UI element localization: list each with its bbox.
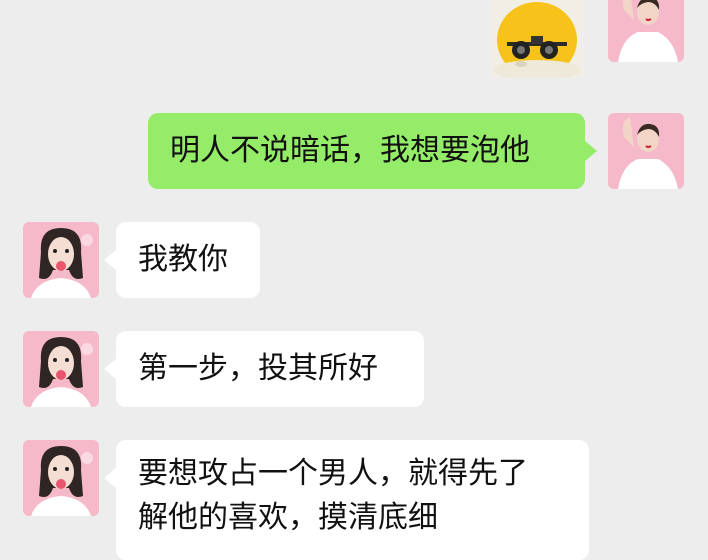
message-bubble-contact[interactable]: 要想攻占一个男人，就得先了 解他的喜欢，摸清底细 [116, 440, 589, 560]
message-bubble-contact[interactable]: 我教你 [116, 222, 260, 298]
message-text-line: 解他的喜欢，摸清底细 [138, 500, 438, 535]
bubble-tail [104, 250, 116, 270]
message-text: 第一步，投其所好 [138, 351, 378, 386]
girl-bubblegum-portrait-icon [23, 222, 99, 298]
message-bubble-contact[interactable]: 第一步，投其所好 [116, 331, 424, 407]
girl-bubblegum-portrait-icon [23, 331, 99, 407]
bubble-tail [585, 141, 597, 161]
woman-portrait-icon [608, 0, 684, 62]
contact-avatar[interactable] [23, 222, 99, 298]
sunglasses-chick-sticker-icon [491, 0, 584, 78]
contact-avatar[interactable] [23, 440, 99, 516]
self-avatar[interactable] [608, 0, 684, 62]
message-bubble-self[interactable]: 明人不说暗话，我想要泡他 [148, 113, 585, 189]
contact-avatar[interactable] [23, 331, 99, 407]
sticker-message[interactable] [491, 0, 584, 78]
message-text-line: 要想攻占一个男人，就得先了 [138, 456, 528, 491]
bubble-tail [104, 359, 116, 379]
message-text: 明人不说暗话，我想要泡他 [170, 133, 530, 168]
bubble-tail [104, 468, 116, 488]
self-avatar[interactable] [608, 113, 684, 189]
woman-portrait-icon [608, 113, 684, 189]
message-text: 我教你 [138, 242, 228, 277]
girl-bubblegum-portrait-icon [23, 440, 99, 516]
